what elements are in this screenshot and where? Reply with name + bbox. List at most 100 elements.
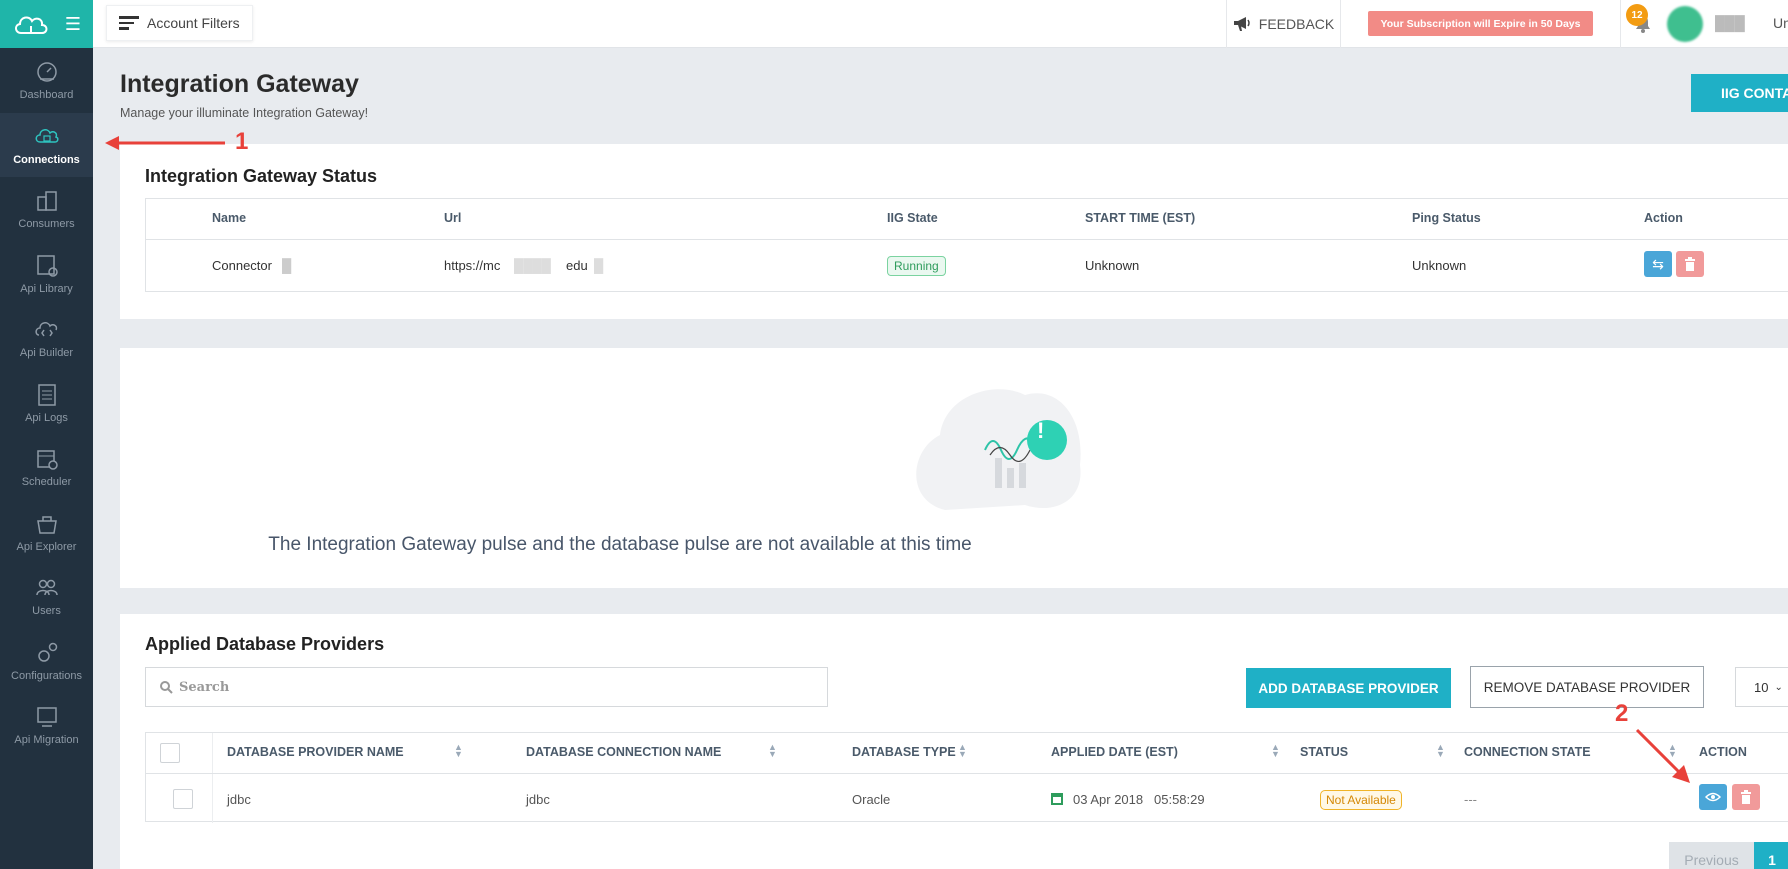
start-time-value: Unknown	[1085, 258, 1140, 273]
sort-icon[interactable]: ▲ ▼	[958, 743, 967, 759]
trash-icon	[1741, 790, 1751, 804]
delete-gateway-button[interactable]	[1676, 251, 1704, 277]
cloud-logo-icon[interactable]	[12, 11, 50, 37]
header-divider	[146, 239, 1788, 240]
sidebar: ☰ Dashboard Connections Consumers Api Libra…	[0, 0, 93, 869]
providers-title: Applied Database Providers	[145, 634, 385, 654]
gateway-name: Connector	[212, 258, 272, 273]
col-header-connection-name[interactable]: DATABASE CONNECTION NAME	[526, 745, 721, 759]
gateway-status-table: Name Url IIG State START TIME (EST) Ping…	[145, 198, 1788, 292]
sidebar-item-label: Connections	[13, 153, 80, 166]
col-header-provider-name[interactable]: DATABASE PROVIDER NAME	[227, 745, 404, 759]
col-header-action: ACTION	[1699, 745, 1747, 759]
eye-icon	[1705, 792, 1721, 802]
col-header-database-type[interactable]: DATABASE TYPE	[852, 745, 956, 759]
sidebar-item-label: Api Migration	[14, 734, 79, 747]
applied-date-value: 03 Apr 2018	[1073, 792, 1144, 807]
col-header-url: Url	[444, 211, 462, 225]
api-logs-icon	[37, 384, 56, 406]
annotation-number-1: 1	[235, 128, 249, 155]
account-filters-button[interactable]: Account Filters	[106, 5, 253, 41]
sidebar-item-api-builder[interactable]: Api Builder	[0, 306, 93, 371]
pagination-page-1[interactable]: 1	[1754, 842, 1788, 869]
api-builder-icon	[34, 322, 57, 337]
col-header-applied-date[interactable]: APPLIED DATE (EST)	[1051, 745, 1178, 759]
database-type-value: Oracle	[852, 792, 891, 807]
pagination-previous-button[interactable]: Previous	[1669, 842, 1754, 869]
sidebar-item-connections[interactable]: Connections	[0, 112, 93, 177]
connections-icon	[35, 128, 59, 143]
sidebar-item-label: Api Explorer	[16, 540, 77, 553]
dashboard-icon	[36, 62, 57, 82]
subscription-expiry-badge[interactable]: Your Subscription will Expire in 50 Days	[1368, 11, 1593, 36]
redacted-text: ████	[514, 258, 551, 273]
feedback-button[interactable]: FEEDBACK	[1226, 0, 1341, 48]
hamburger-menu-icon[interactable]: ☰	[65, 14, 81, 35]
col-header-start-time: START TIME (EST)	[1085, 211, 1196, 225]
sidebar-item-label: Api Library	[20, 282, 73, 295]
view-provider-button[interactable]	[1699, 784, 1727, 810]
sort-icon[interactable]: ▲ ▼	[454, 743, 463, 759]
reconnect-button[interactable]: ⇆	[1644, 251, 1672, 277]
filter-icon	[119, 16, 139, 30]
col-header-status[interactable]: STATUS	[1300, 745, 1348, 759]
consumers-icon	[36, 191, 57, 211]
sort-icon[interactable]: ▲ ▼	[1271, 743, 1280, 759]
sidebar-item-configurations[interactable]: Configurations	[0, 629, 93, 694]
sidebar-item-scheduler[interactable]: Scheduler	[0, 435, 93, 500]
ping-status-value: Unknown	[1412, 258, 1467, 273]
select-all-checkbox[interactable]	[160, 743, 180, 763]
sidebar-item-label: Scheduler	[21, 476, 72, 489]
trash-icon	[1685, 257, 1695, 271]
sidebar-item-dashboard[interactable]: Dashboard	[0, 48, 93, 113]
sidebar-item-api-library[interactable]: Api Library	[0, 242, 93, 307]
annotation-number-2: 2	[1615, 700, 1629, 727]
provider-name-value: jdbc	[227, 792, 251, 807]
sidebar-item-api-migration[interactable]: Api Migration	[0, 693, 93, 758]
pulse-unavailable-message: The Integration Gateway pulse and the da…	[268, 534, 972, 555]
col-header-connection-state[interactable]: CONNECTION STATE	[1464, 745, 1591, 759]
megaphone-icon	[1233, 17, 1250, 31]
iig-contact-button[interactable]: IIG CONTA	[1691, 74, 1788, 112]
sort-icon[interactable]: ▲ ▼	[1668, 743, 1677, 759]
user-name-redacted: ███	[1715, 15, 1745, 31]
logo-bar: ☰	[0, 0, 93, 48]
connection-state-value: ---	[1464, 792, 1477, 807]
sidebar-item-users[interactable]: Users	[0, 564, 93, 629]
page-size-select[interactable]: 10 ⌄	[1735, 667, 1788, 707]
user-name[interactable]: Un	[1773, 15, 1788, 31]
applied-time-value: 05:58:29	[1154, 792, 1205, 807]
users-icon	[35, 580, 58, 596]
sidebar-item-label: Consumers	[18, 218, 75, 231]
col-header-iig-state: IIG State	[887, 211, 938, 225]
calendar-icon	[1051, 793, 1063, 805]
configurations-icon	[37, 642, 57, 662]
sidebar-item-consumers[interactable]: Consumers	[0, 177, 93, 242]
chevron-down-icon: ⌄	[1774, 681, 1783, 693]
sidebar-item-api-explorer[interactable]: Api Explorer	[0, 500, 93, 565]
search-placeholder: Search	[179, 679, 230, 695]
sort-icon[interactable]: ▲ ▼	[1436, 743, 1445, 759]
sidebar-item-label: Api Builder	[19, 347, 74, 360]
page-subtitle: Manage your illuminate Integration Gatew…	[120, 106, 369, 120]
gateway-status-card: Integration Gateway Status Name Url IIG …	[120, 144, 1788, 319]
sidebar-item-api-logs[interactable]: Api Logs	[0, 371, 93, 436]
sidebar-item-label: Dashboard	[19, 89, 74, 102]
page-title: Integration Gateway	[120, 70, 359, 98]
avatar[interactable]	[1667, 6, 1703, 42]
remove-database-provider-button[interactable]: REMOVE DATABASE PROVIDER	[1470, 666, 1704, 708]
status-badge: Not Available	[1320, 790, 1402, 810]
api-explorer-icon	[36, 516, 57, 534]
provider-search-input[interactable]: Search	[145, 667, 828, 707]
redacted-text: █	[594, 258, 604, 273]
search-icon	[160, 680, 173, 694]
add-database-provider-button[interactable]: ADD DATABASE PROVIDER	[1246, 668, 1451, 708]
topbar: Account Filters FEEDBACK Your Subscripti…	[93, 0, 1788, 48]
delete-provider-button[interactable]	[1732, 784, 1760, 810]
redacted-text: █	[282, 258, 292, 273]
header-divider	[146, 773, 1788, 774]
sort-icon[interactable]: ▲ ▼	[768, 743, 777, 759]
sidebar-item-label: Users	[32, 605, 61, 618]
sidebar-item-label: Api Logs	[25, 411, 68, 424]
row-checkbox[interactable]	[173, 789, 193, 809]
